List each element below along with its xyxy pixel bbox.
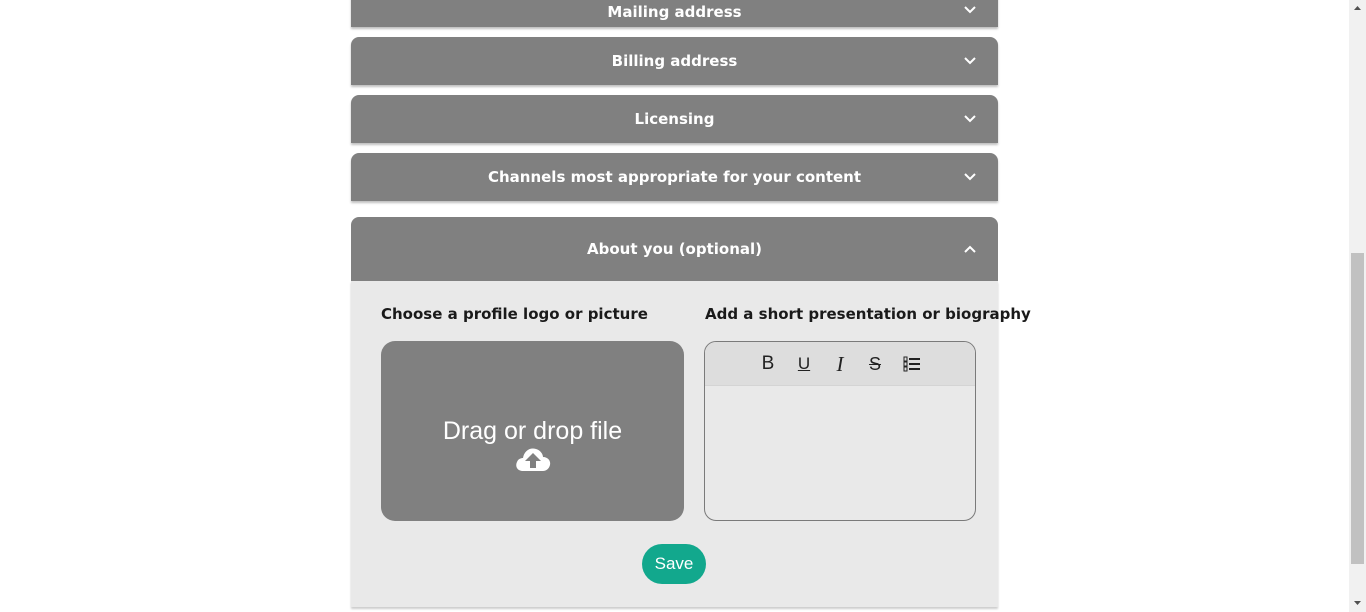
- bio-editor: B U I S: [704, 341, 976, 521]
- accordion-mailing-address[interactable]: Mailing address: [351, 0, 998, 27]
- save-button[interactable]: Save: [642, 544, 706, 584]
- chevron-down-icon: [964, 57, 976, 65]
- accordion-channels[interactable]: Channels most appropriate for your conte…: [351, 153, 998, 201]
- chevron-down-icon: [964, 115, 976, 123]
- scroll-down-arrow-icon[interactable]: [1353, 599, 1362, 607]
- accordion-licensing[interactable]: Licensing: [351, 95, 998, 143]
- strikethrough-button[interactable]: S: [863, 353, 887, 375]
- page: Mailing address Billing address Licensin…: [0, 0, 1366, 612]
- scrollbar-thumb[interactable]: [1351, 253, 1364, 564]
- underline-button[interactable]: U: [792, 353, 816, 375]
- bio-textarea[interactable]: [705, 387, 975, 520]
- accordion-label: Channels most appropriate for your conte…: [487, 168, 862, 186]
- bio-section-title: Add a short presentation or biography: [705, 305, 1031, 323]
- logo-section-title: Choose a profile logo or picture: [381, 305, 648, 323]
- accordion-label: Licensing: [634, 110, 715, 128]
- ordered-list-button[interactable]: [900, 353, 924, 375]
- editor-toolbar: B U I S: [705, 342, 975, 386]
- about-you-panel: Choose a profile logo or picture Add a s…: [351, 281, 1031, 607]
- scroll-up-arrow-icon[interactable]: [1353, 4, 1362, 12]
- ordered-list-icon: [903, 356, 920, 372]
- file-dropzone[interactable]: Drag or drop file: [381, 341, 684, 521]
- bold-button[interactable]: B: [756, 353, 780, 375]
- accordion-label: Mailing address: [607, 3, 742, 21]
- chevron-up-icon: [964, 245, 976, 253]
- accordion-label: Billing address: [611, 52, 738, 70]
- accordion-billing-address[interactable]: Billing address: [351, 37, 998, 85]
- dropzone-text: Drag or drop file: [442, 417, 623, 445]
- italic-button[interactable]: I: [828, 353, 852, 375]
- vertical-scrollbar[interactable]: [1349, 0, 1366, 612]
- chevron-down-icon: [964, 173, 976, 181]
- accordion-label: About you (optional): [586, 240, 763, 258]
- accordion-about-you[interactable]: About you (optional): [351, 217, 998, 281]
- chevron-down-icon: [964, 6, 976, 14]
- cloud-upload-icon: [516, 448, 551, 471]
